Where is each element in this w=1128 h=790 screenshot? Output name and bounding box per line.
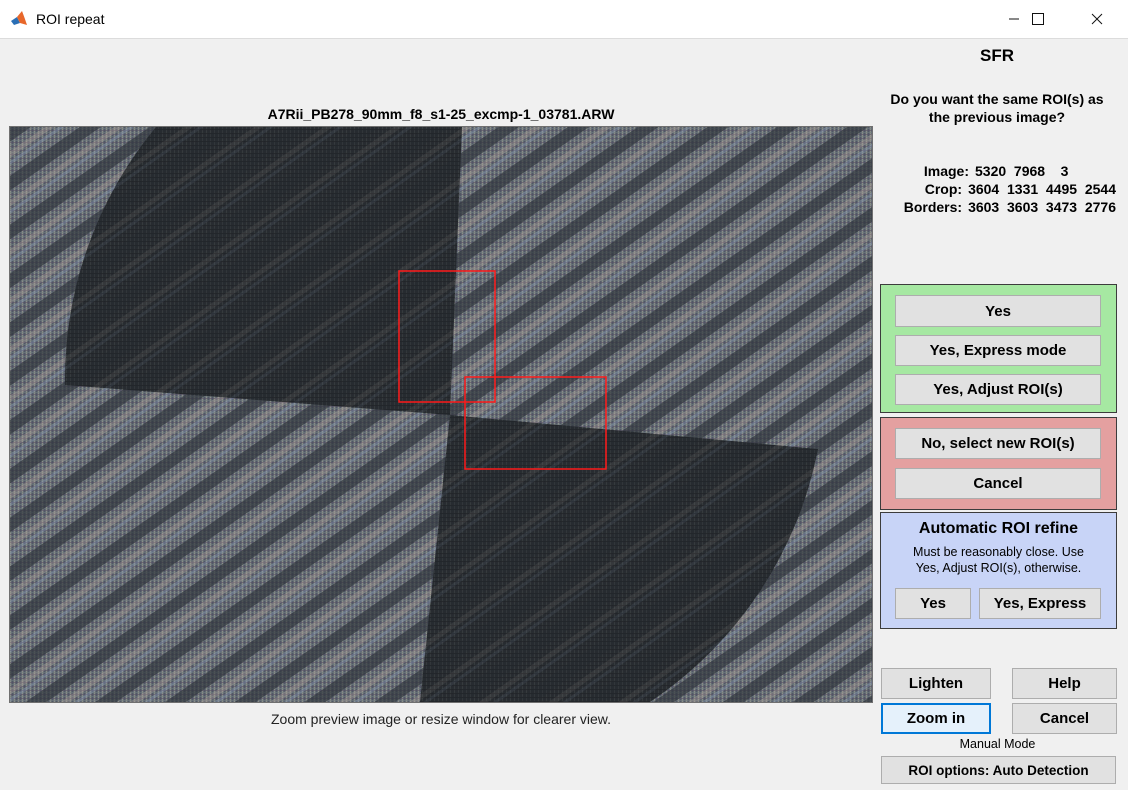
auto-refine-title: Automatic ROI refine xyxy=(918,520,1079,537)
title-bar: ROI repeat xyxy=(0,0,1128,39)
lighten-button[interactable]: Lighten xyxy=(881,668,991,699)
roi-options-button[interactable]: ROI options: Auto Detection xyxy=(881,756,1116,784)
image-filename: A7Rii_PB278_90mm_f8_s1-25_excmp-1_03781.… xyxy=(267,106,615,122)
roi-question: Do you want the same ROI(s) as the previ… xyxy=(878,90,1116,126)
auto-refine-panel: Automatic ROI refine Must be reasonably … xyxy=(880,512,1117,629)
preview-image[interactable] xyxy=(9,126,873,703)
info-label: Borders: xyxy=(903,199,963,215)
info-label: Image: xyxy=(923,163,969,179)
info-label: Crop: xyxy=(924,181,963,197)
yes-button[interactable]: Yes xyxy=(895,295,1101,327)
zoom-in-button[interactable]: Zoom in xyxy=(881,703,991,734)
help-button[interactable]: Help xyxy=(1012,668,1117,699)
matlab-logo-icon xyxy=(10,10,28,28)
image-info: Image: 5320 7968 3 Crop: 3604 1331 4495 … xyxy=(878,162,1116,216)
maximize-button[interactable] xyxy=(1015,0,1061,38)
info-value: 3603 3603 3473 2776 xyxy=(968,199,1116,215)
bottom-cancel-button[interactable]: Cancel xyxy=(1012,703,1117,734)
refine-yes-button[interactable]: Yes xyxy=(895,588,971,619)
reject-panel: No, select new ROI(s) Cancel xyxy=(880,417,1117,510)
info-row-crop: Crop: 3604 1331 4495 2544 xyxy=(878,180,1116,198)
info-value: 5320 7968 3 xyxy=(975,163,1069,179)
panel-title: SFR xyxy=(980,46,1014,65)
auto-refine-note: Must be reasonably close. Use Yes, Adjus… xyxy=(881,544,1116,576)
no-select-new-roi-button[interactable]: No, select new ROI(s) xyxy=(895,428,1101,459)
cancel-button[interactable]: Cancel xyxy=(895,468,1101,499)
refine-yes-express-button[interactable]: Yes, Express xyxy=(979,588,1101,619)
question-line-2: the previous image? xyxy=(928,109,1066,125)
window-title: ROI repeat xyxy=(36,11,105,27)
maximize-icon xyxy=(1032,13,1044,25)
note-line-1: Must be reasonably close. Use xyxy=(913,545,1084,559)
note-line-2: Yes, Adjust ROI(s), otherwise. xyxy=(915,561,1082,575)
info-row-borders: Borders: 3603 3603 3473 2776 xyxy=(878,198,1116,216)
yes-express-mode-button[interactable]: Yes, Express mode xyxy=(895,335,1101,366)
zoom-note: Zoom preview image or resize window for … xyxy=(270,711,611,727)
yes-adjust-roi-button[interactable]: Yes, Adjust ROI(s) xyxy=(895,374,1101,405)
info-value: 3604 1331 4495 2544 xyxy=(968,181,1116,197)
info-row-image: Image: 5320 7968 3 xyxy=(878,162,1116,180)
mode-label: Manual Mode xyxy=(959,737,1036,751)
accept-panel: Yes Yes, Express mode Yes, Adjust ROI(s) xyxy=(880,284,1117,413)
question-line-1: Do you want the same ROI(s) as xyxy=(890,91,1104,107)
close-icon xyxy=(1091,13,1103,25)
close-button[interactable] xyxy=(1074,0,1120,38)
